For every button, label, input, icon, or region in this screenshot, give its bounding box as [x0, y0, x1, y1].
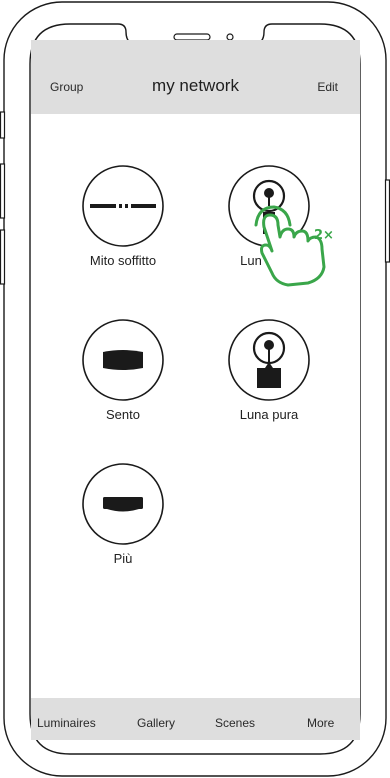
edit-button[interactable]: Edit [317, 80, 338, 94]
luminaire-label: Mito soffitto [89, 253, 157, 268]
page-title: my network [152, 76, 239, 95]
tap-count-label: 2× [314, 228, 334, 243]
luminaire-tile-piu[interactable]: Più [53, 462, 193, 566]
oval-lamp-icon [82, 319, 164, 401]
tab-bar: Luminaires Gallery Scenes More [31, 698, 360, 740]
luminaire-tile-mito-soffitto[interactable]: Mito soffitto [53, 164, 193, 268]
luminaire-label: Più [113, 551, 133, 566]
luminaire-label: Sento [106, 407, 140, 422]
tap-hand-icon [254, 205, 326, 287]
flat-lamp-icon [82, 463, 164, 545]
ceiling-line-lamp-icon [82, 165, 164, 247]
tab-gallery[interactable]: Gallery [137, 716, 175, 730]
luminaire-tile-luna-pura[interactable]: Luna pura [199, 318, 339, 422]
luminaire-tile-sento[interactable]: Sento [53, 318, 193, 422]
device-stage: Group my network Edit Mito soffitto Lun … [0, 0, 390, 778]
tab-more[interactable]: More [307, 716, 334, 730]
tab-luminaires[interactable]: Luminaires [37, 716, 96, 730]
app-screen: Group my network Edit Mito soffitto Lun … [31, 40, 360, 740]
tab-scenes[interactable]: Scenes [215, 716, 255, 730]
pendant-lamp-icon [228, 319, 310, 401]
luminaire-label: Luna pura [239, 407, 299, 422]
nav-bar: Group my network Edit [31, 40, 360, 114]
